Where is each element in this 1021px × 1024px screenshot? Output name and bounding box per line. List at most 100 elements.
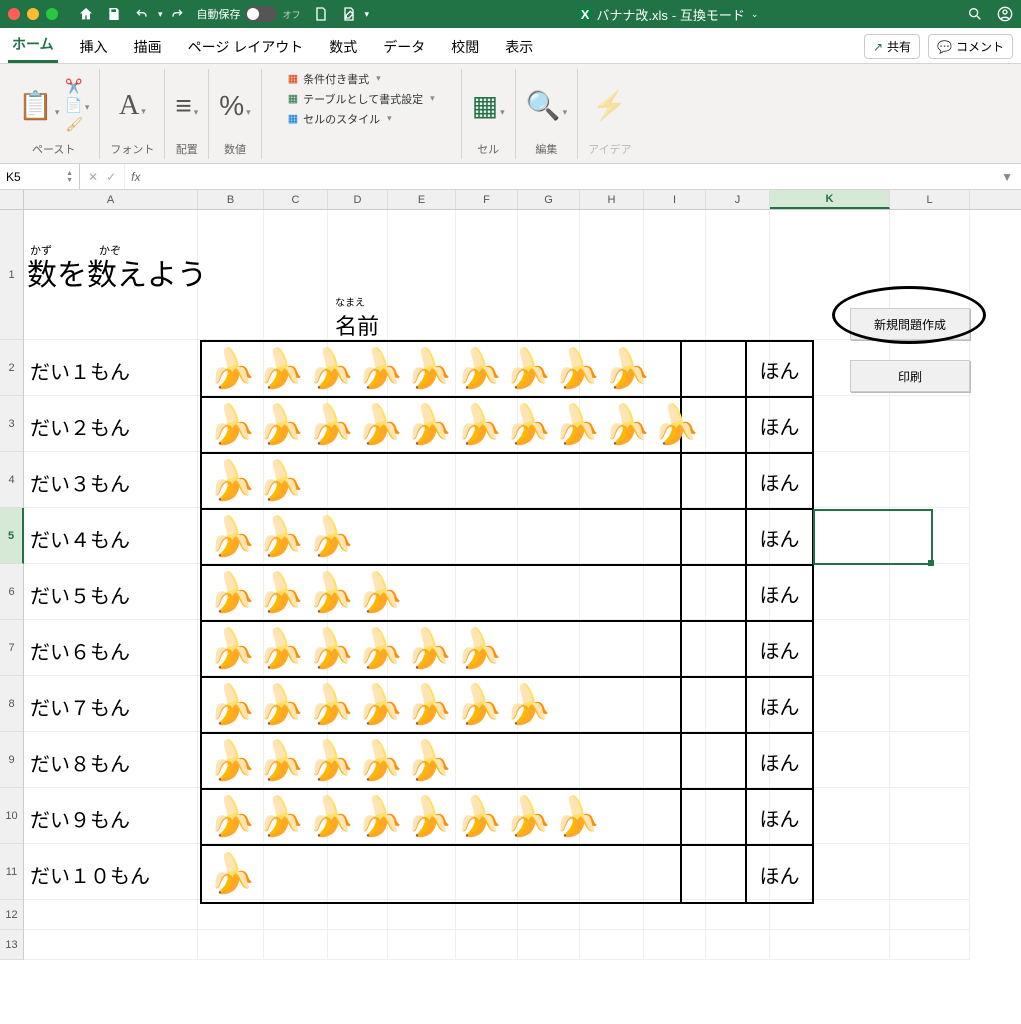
- font-icon[interactable]: A▾: [119, 90, 146, 122]
- row-header-8[interactable]: 8: [0, 676, 24, 732]
- banana-icon: 🍌: [305, 740, 355, 782]
- home-icon[interactable]: [78, 6, 94, 22]
- banana-icon: 🍌: [354, 404, 404, 446]
- answer-cell[interactable]: [682, 454, 747, 508]
- column-header-B[interactable]: B: [198, 190, 264, 209]
- filename-dropdown-icon[interactable]: ⌄: [751, 9, 759, 20]
- banana-icon: 🍌: [256, 516, 306, 558]
- column-header-J[interactable]: J: [706, 190, 770, 209]
- cells-icon[interactable]: ▦▾: [472, 89, 505, 122]
- cut-icon[interactable]: ✂️: [65, 78, 89, 95]
- answer-cell[interactable]: [682, 510, 747, 564]
- answer-cell[interactable]: [682, 566, 747, 620]
- fx-label[interactable]: fx: [125, 170, 146, 184]
- close-window-button[interactable]: [8, 8, 20, 20]
- row-header-10[interactable]: 10: [0, 788, 24, 844]
- column-header-H[interactable]: H: [580, 190, 644, 209]
- banana-icon: 🍌: [305, 516, 355, 558]
- format-painter-icon[interactable]: 🖌: [65, 116, 89, 133]
- banana-icon: 🍌: [453, 684, 503, 726]
- column-header-K[interactable]: K: [770, 190, 890, 209]
- banana-icon: 🍌: [256, 628, 306, 670]
- row-header-6[interactable]: 6: [0, 564, 24, 620]
- question-row: 🍌🍌ほん: [202, 454, 812, 510]
- undo-dropdown-icon[interactable]: ▾: [158, 9, 163, 20]
- autosave-toggle[interactable]: 自動保存 オフ: [197, 6, 301, 22]
- name-box[interactable]: K5 ▲▼: [0, 164, 80, 189]
- row-header-9[interactable]: 9: [0, 732, 24, 788]
- alignment-icon[interactable]: ≡▾: [175, 90, 198, 122]
- answer-cell[interactable]: [682, 790, 747, 844]
- share-button[interactable]: ↗共有: [864, 34, 920, 59]
- banana-icon: 🍌: [354, 628, 404, 670]
- tab-page-layout[interactable]: ページ レイアウト: [184, 31, 308, 63]
- column-header-I[interactable]: I: [644, 190, 706, 209]
- banana-area: 🍌🍌🍌🍌🍌🍌🍌🍌🍌: [202, 342, 682, 396]
- banana-icon: 🍌: [404, 740, 454, 782]
- format-as-table-button[interactable]: ▦テーブルとして書式設定▾: [288, 91, 435, 107]
- row-header-11[interactable]: 11: [0, 844, 24, 900]
- banana-icon: 🍌: [206, 684, 256, 726]
- tab-review[interactable]: 校閲: [447, 31, 483, 63]
- paste-icon[interactable]: 📋▾: [18, 89, 59, 122]
- tab-formulas[interactable]: 数式: [325, 31, 361, 63]
- formula-collapse-icon[interactable]: ▼: [993, 170, 1021, 184]
- minimize-window-button[interactable]: [27, 8, 39, 20]
- tab-draw[interactable]: 描画: [130, 31, 166, 63]
- column-header-G[interactable]: G: [518, 190, 580, 209]
- conditional-formatting-button[interactable]: ▦条件付き書式▾: [288, 71, 435, 87]
- autosave-switch[interactable]: [245, 6, 277, 22]
- ideas-icon[interactable]: ⚡: [592, 89, 627, 122]
- zoom-window-button[interactable]: [46, 8, 58, 20]
- answer-cell[interactable]: [682, 734, 747, 788]
- row-header-13[interactable]: 13: [0, 930, 24, 960]
- name-box-stepper-icon[interactable]: ▲▼: [66, 170, 73, 184]
- search-icon[interactable]: [967, 6, 983, 22]
- row-header-4[interactable]: 4: [0, 452, 24, 508]
- banana-icon: 🍌: [305, 628, 355, 670]
- title-ruby1: かず: [30, 242, 52, 258]
- edit-file-icon[interactable]: [341, 6, 357, 22]
- row-header-5[interactable]: 5: [0, 508, 24, 564]
- save-icon[interactable]: [106, 6, 122, 22]
- redo-icon[interactable]: [169, 6, 185, 22]
- column-header-F[interactable]: F: [456, 190, 518, 209]
- column-header-E[interactable]: E: [388, 190, 456, 209]
- answer-cell[interactable]: [682, 342, 747, 396]
- column-header-C[interactable]: C: [264, 190, 328, 209]
- cancel-formula-icon[interactable]: ✕: [88, 170, 98, 184]
- row-header-12[interactable]: 12: [0, 900, 24, 930]
- print-button[interactable]: 印刷: [850, 360, 970, 392]
- column-header-A[interactable]: A: [24, 190, 198, 209]
- row-header-1[interactable]: 1: [0, 210, 24, 340]
- copy-icon[interactable]: 📄▾: [65, 97, 89, 114]
- new-file-icon[interactable]: [313, 6, 329, 22]
- column-header-L[interactable]: L: [890, 190, 970, 209]
- new-question-button[interactable]: 新規問題作成: [850, 308, 970, 340]
- tab-data[interactable]: データ: [379, 31, 429, 63]
- undo-icon[interactable]: [134, 6, 150, 22]
- account-icon[interactable]: [997, 6, 1013, 22]
- banana-icon: 🍌: [552, 404, 602, 446]
- select-all-corner[interactable]: [0, 190, 24, 209]
- banana-icon: 🍌: [453, 348, 503, 390]
- compatibility-mode: - 互換モード: [672, 5, 745, 24]
- answer-cell[interactable]: [682, 622, 747, 676]
- ribbon-group-number: %▾ 数値: [209, 69, 261, 159]
- answer-cell[interactable]: [682, 846, 747, 902]
- banana-icon: 🍌: [502, 404, 552, 446]
- enter-formula-icon[interactable]: ✓: [106, 170, 116, 184]
- row-header-3[interactable]: 3: [0, 396, 24, 452]
- editing-icon[interactable]: 🔍▾: [526, 89, 567, 122]
- column-header-D[interactable]: D: [328, 190, 388, 209]
- cell-styles-button[interactable]: ▦セルのスタイル▾: [288, 111, 435, 127]
- tab-view[interactable]: 表示: [501, 31, 537, 63]
- banana-icon: 🍌: [502, 348, 552, 390]
- number-format-icon[interactable]: %▾: [219, 90, 250, 122]
- comment-button[interactable]: 💬コメント: [928, 34, 1013, 59]
- answer-cell[interactable]: [682, 678, 747, 732]
- tab-insert[interactable]: 挿入: [76, 31, 112, 63]
- row-header-7[interactable]: 7: [0, 620, 24, 676]
- row-header-2[interactable]: 2: [0, 340, 24, 396]
- tab-home[interactable]: ホーム: [8, 28, 58, 63]
